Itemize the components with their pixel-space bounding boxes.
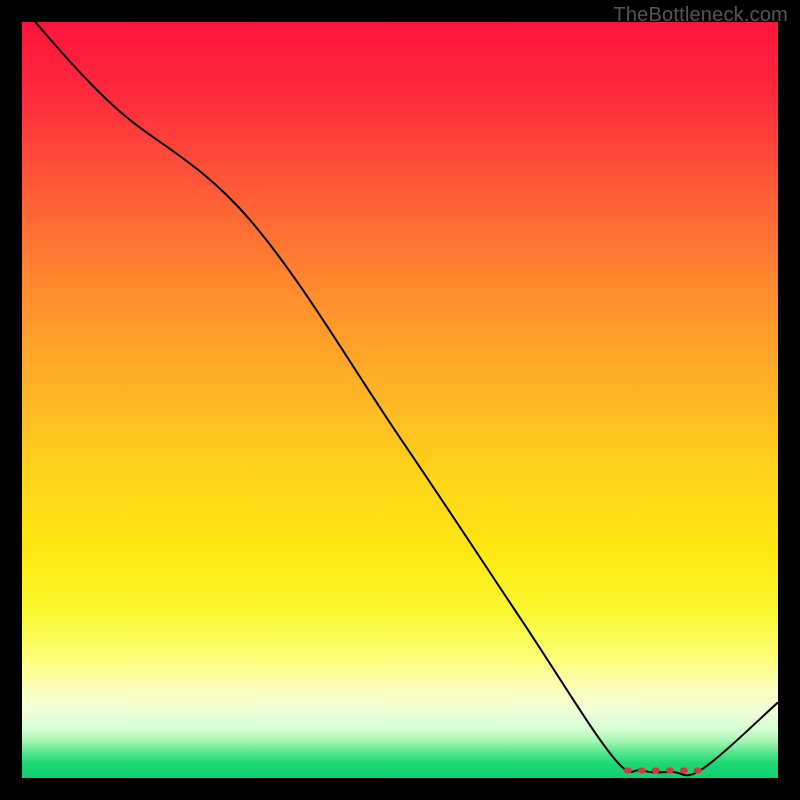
watermark-label: TheBottleneck.com <box>613 4 788 27</box>
plot-area <box>22 22 778 778</box>
curve-line <box>22 22 778 775</box>
curve-svg <box>22 22 778 778</box>
chart-frame: TheBottleneck.com <box>0 0 800 800</box>
